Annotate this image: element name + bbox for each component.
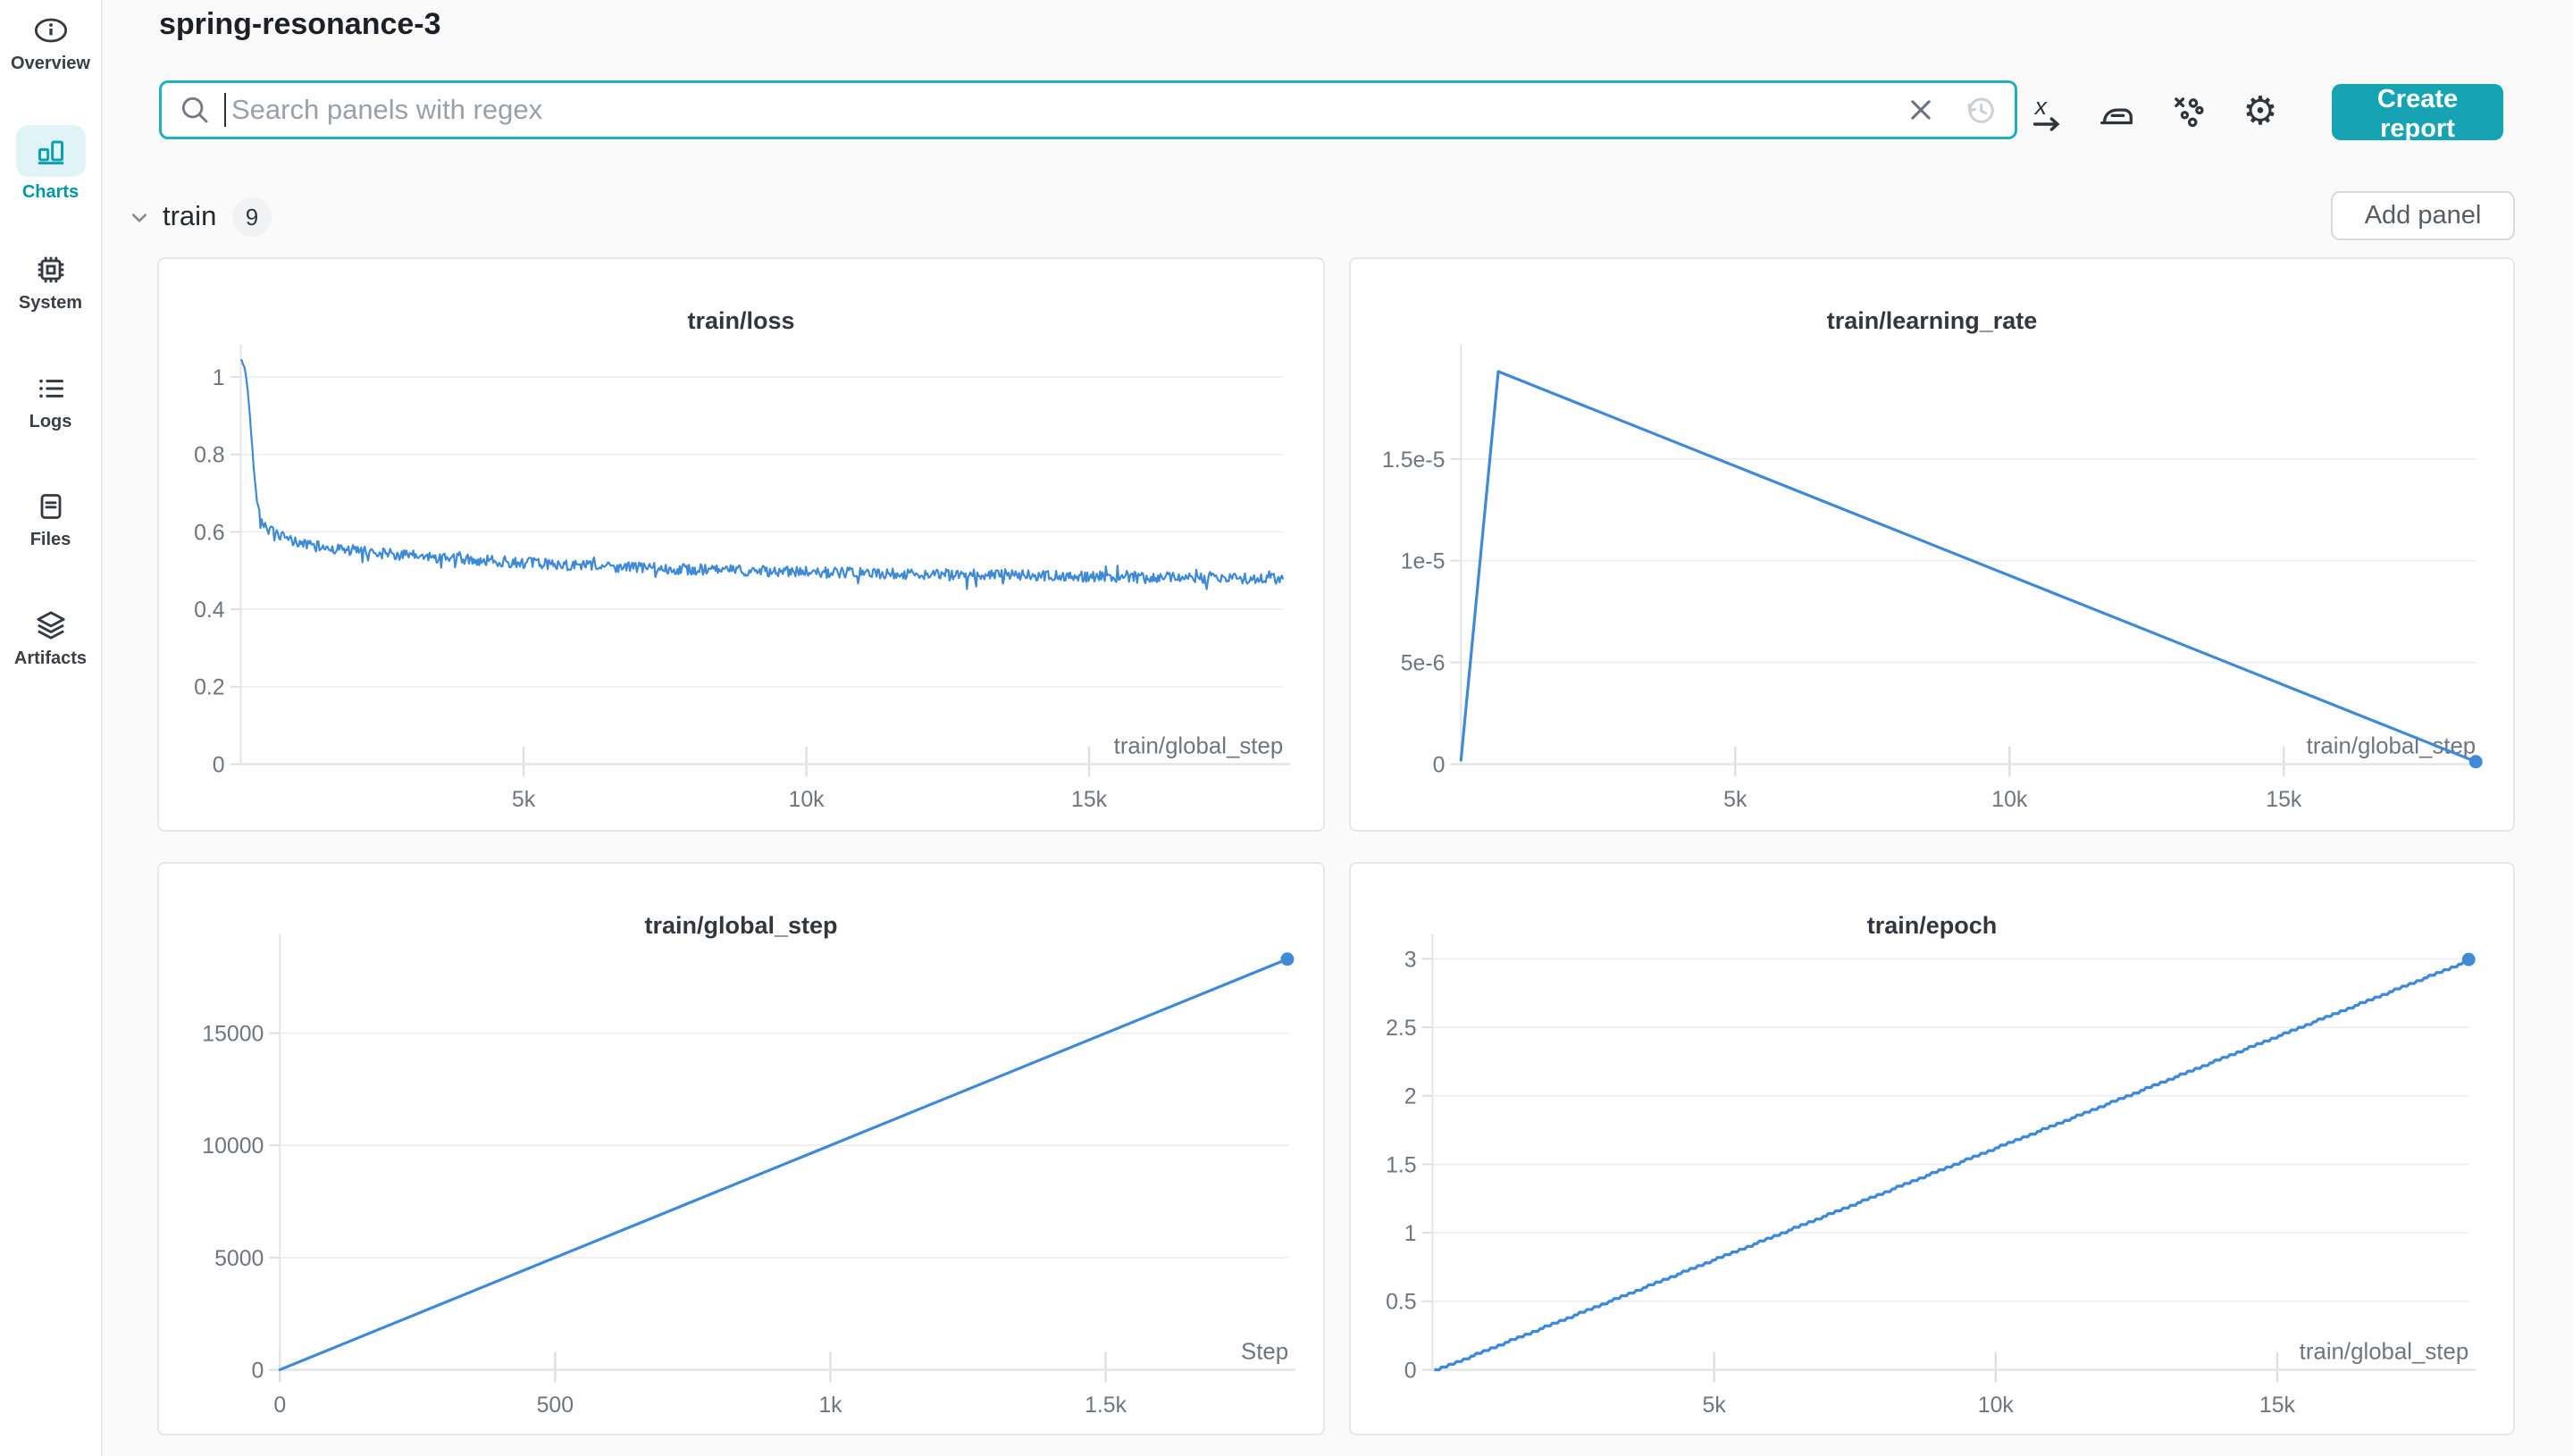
svg-text:10k: 10k [1991, 788, 2028, 812]
svg-text:1e-5: 1e-5 [1401, 550, 1446, 574]
svg-text:15000: 15000 [202, 1023, 264, 1047]
svg-text:15k: 15k [2259, 1393, 2296, 1418]
svg-text:train/global_step: train/global_step [2300, 1340, 2469, 1365]
svg-text:2: 2 [1404, 1085, 1417, 1109]
sidebar-item-files[interactable]: Files [0, 489, 101, 550]
sidebar: Overview Charts System Logs Files Artifa… [0, 0, 103, 1456]
svg-text:3: 3 [1404, 948, 1417, 972]
smoothing-iron-icon [2100, 108, 2133, 125]
svg-text:0.6: 0.6 [194, 521, 225, 545]
svg-text:5k: 5k [1703, 1393, 1727, 1418]
sidebar-item-label: Files [29, 530, 71, 549]
svg-text:2.5: 2.5 [1386, 1017, 1417, 1041]
active-pill [15, 125, 86, 177]
sidebar-item-overview[interactable]: Overview [0, 13, 101, 74]
svg-text:train/global_step: train/global_step [2307, 734, 2477, 759]
sidebar-item-logs[interactable]: Logs [0, 371, 101, 432]
svg-text:5k: 5k [512, 788, 536, 812]
svg-text:0.4: 0.4 [194, 598, 225, 623]
line-chart-train-loss: 00.20.40.60.815k 10k 15ktrain/global_step [194, 344, 1291, 812]
search-panels-box [159, 80, 2017, 139]
svg-text:5000: 5000 [214, 1247, 264, 1271]
line-chart-train-global-step: 0 5000 10000 15000 0 500 1k 1.5k Step [202, 933, 1296, 1418]
files-icon [40, 494, 61, 519]
sidebar-item-label: Artifacts [13, 649, 88, 668]
sidebar-item-artifacts[interactable]: Artifacts [0, 607, 101, 669]
artifacts-icon [36, 611, 65, 640]
line-chart-train-epoch: 0 0.5 1 1.5 2 2.5 3 5k 10k 15k train/global_step [1386, 933, 2477, 1418]
svg-text:10000: 10000 [202, 1134, 264, 1159]
sidebar-item-label: Charts [21, 182, 80, 202]
svg-text:500: 500 [537, 1393, 574, 1418]
search-panels-input[interactable] [230, 93, 1895, 127]
svg-text:1k: 1k [818, 1393, 842, 1418]
svg-text:0.2: 0.2 [194, 676, 225, 700]
sidebar-item-label: Overview [11, 54, 90, 73]
charts-icon [38, 140, 63, 165]
sidebar-item-system[interactable]: System [0, 252, 101, 314]
svg-text:0: 0 [1404, 1359, 1417, 1383]
chevron-down-icon[interactable] [125, 204, 154, 232]
x-axis-icon: x [2033, 93, 2060, 131]
history-icon[interactable] [1963, 92, 1999, 128]
svg-text:5k: 5k [1723, 788, 1747, 812]
svg-text:train/global_step: train/global_step [1114, 734, 1284, 759]
workspace-settings-button[interactable]: ⚙ [2240, 91, 2281, 132]
sidebar-item-charts[interactable]: Charts [0, 125, 101, 203]
svg-text:0: 0 [1433, 753, 1446, 777]
logs-icon [38, 379, 63, 398]
svg-text:1: 1 [1404, 1222, 1417, 1246]
outliers-scatter-icon [2175, 97, 2204, 128]
svg-text:0: 0 [273, 1393, 286, 1418]
settings-gear-icon: ⚙ [2242, 89, 2278, 133]
svg-text:0.8: 0.8 [194, 444, 225, 468]
svg-text:0.5: 0.5 [1386, 1291, 1417, 1315]
create-report-button[interactable]: Create report [2332, 84, 2503, 143]
svg-text:1: 1 [213, 366, 225, 390]
svg-text:5e-6: 5e-6 [1401, 652, 1446, 676]
page-title: spring-resonance-3 [159, 7, 441, 41]
line-chart-train-learning-rate: 0 5e-6 1e-5 1.5e-5 5k 10k 15k train/global_step [1382, 344, 2484, 812]
svg-text:1.5: 1.5 [1386, 1153, 1417, 1177]
add-panel-button[interactable]: Add panel [2331, 191, 2515, 240]
info-icon [34, 18, 67, 43]
sidebar-item-label: System [18, 293, 83, 313]
svg-text:x: x [2033, 93, 2049, 120]
text-caret [224, 93, 226, 127]
svg-text:0: 0 [252, 1359, 264, 1383]
svg-text:1.5e-5: 1.5e-5 [1382, 448, 1445, 473]
clear-x-icon[interactable] [1904, 93, 1938, 127]
sidebar-item-label: Logs [29, 412, 72, 431]
section-name[interactable]: train [163, 200, 216, 232]
x-axis-settings-button[interactable]: x [2026, 91, 2067, 132]
panel-train-learning-rate[interactable]: train/learning_rate 0 5e-6 1e-5 1.5e-5 5k 10k… [1349, 257, 2515, 832]
svg-text:0: 0 [213, 753, 225, 777]
svg-text:1.5k: 1.5k [1085, 1393, 1127, 1418]
svg-text:15k: 15k [1071, 788, 1108, 812]
panel-train-loss[interactable]: train/loss 0 0.2 0.4 0.6 0.8 1 5k 10k 15k train/g… [157, 257, 1325, 832]
svg-text:15k: 15k [2266, 788, 2302, 812]
svg-text:Step: Step [1241, 1340, 1288, 1365]
cpu-icon [38, 256, 63, 283]
svg-text:10k: 10k [1978, 1393, 2015, 1418]
svg-text:10k: 10k [789, 788, 826, 812]
smoothing-settings-button[interactable] [2096, 91, 2137, 132]
section-count-badge: 9 [232, 197, 272, 237]
panel-train-global-step[interactable]: train/global_step 0 5000 10000 15000 0 500 1k 1… [157, 862, 1325, 1435]
panel-train-epoch[interactable]: train/epoch 0 0.5 1 1.5 2 2.5 3 5k 10k 15k train/g… [1349, 862, 2515, 1435]
search-icon [181, 96, 208, 123]
outliers-settings-button[interactable] [2168, 91, 2209, 132]
